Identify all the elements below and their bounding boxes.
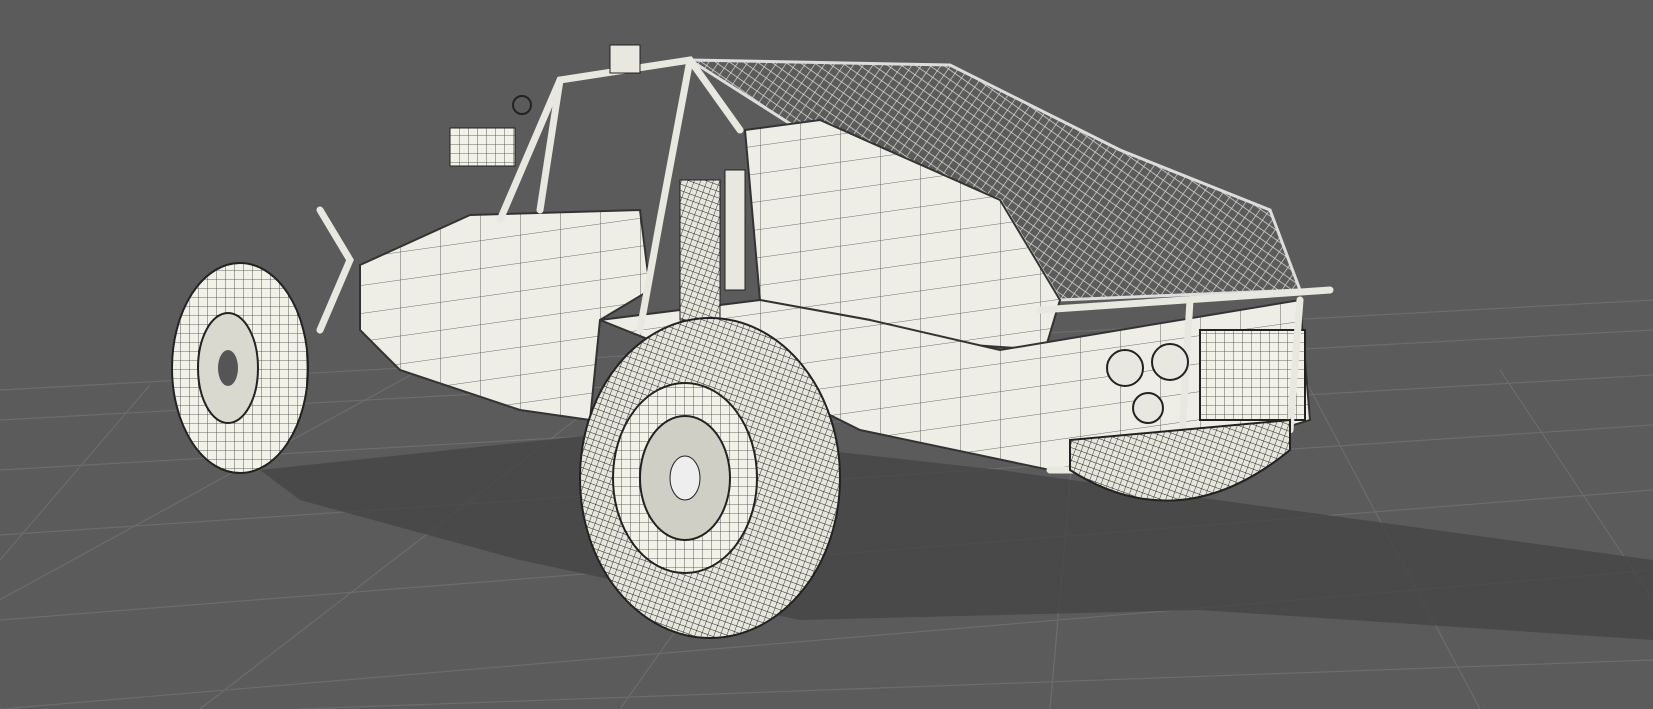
mounted-equipment (449, 44, 641, 167)
viewport-render (0, 44, 1653, 709)
suspension-spring (679, 169, 746, 321)
front-left-wheel (171, 262, 309, 474)
3d-viewport[interactable] (0, 0, 1653, 709)
rear-left-wheel (579, 317, 841, 639)
vehicle-shadow (260, 430, 1653, 640)
